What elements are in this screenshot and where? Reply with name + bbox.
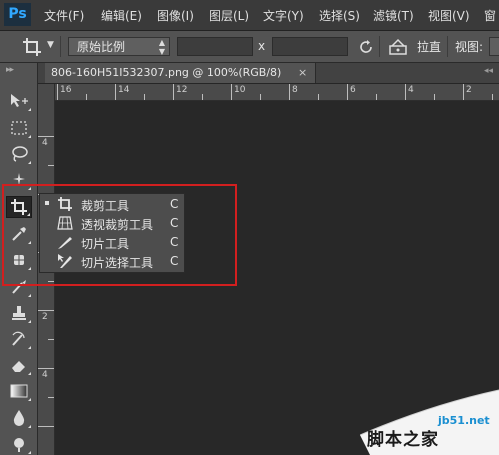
menu-file[interactable]: 文件(F): [44, 7, 84, 24]
menu-bar: Ps 文件(F) 编辑(E) 图像(I) 图层(L) 文字(Y) 选择(S) 滤…: [0, 0, 499, 31]
crop-tool-preset-icon[interactable]: [22, 37, 42, 57]
clone-stamp-tool-icon[interactable]: [6, 302, 32, 324]
crop-ratio-select[interactable]: 原始比例 ▲ ▼: [68, 37, 170, 56]
select-spinner-icon: ▲ ▼: [158, 38, 165, 56]
menu-window[interactable]: 窗: [484, 7, 496, 24]
ruler-label: 4: [42, 138, 48, 148]
marquee-tool-icon[interactable]: [6, 117, 32, 139]
straighten-icon[interactable]: [387, 37, 409, 57]
menu-edit[interactable]: 编辑(E): [101, 7, 142, 24]
ruler-label: 10: [234, 85, 246, 95]
document-tab-bar: 806-160H51I532307.png @ 100%(RGB/8) × ◂◂: [38, 63, 499, 83]
eraser-tool-icon[interactable]: [6, 354, 32, 376]
ruler-label: 2: [42, 312, 48, 322]
menu-select[interactable]: 选择(S): [319, 7, 360, 24]
ruler-label: 6: [350, 85, 356, 95]
close-tab-icon[interactable]: ×: [298, 66, 307, 79]
gradient-tool-icon[interactable]: [6, 380, 32, 402]
panel-collapse-arrows-icon[interactable]: ◂◂: [484, 66, 493, 76]
watermark-brand: 脚本之家: [367, 430, 439, 450]
menu-image[interactable]: 图像(I): [157, 7, 194, 24]
swap-dimensions-icon[interactable]: [358, 39, 374, 55]
options-bar: ▼ 原始比例 ▲ ▼ x 拉直 视图:: [0, 31, 499, 63]
panel-collapse-icon[interactable]: ▸▸: [6, 65, 14, 75]
crop-width-field[interactable]: [177, 37, 253, 56]
dodge-tool-icon[interactable]: [6, 433, 32, 455]
annotation-highlight-box: [2, 184, 237, 286]
ruler-label: 2: [466, 85, 472, 95]
lasso-tool-icon[interactable]: [6, 143, 32, 165]
menu-view[interactable]: 视图(V): [428, 7, 470, 24]
document-tab-title: 806-160H51I532307.png @ 100%(RGB/8): [51, 66, 282, 79]
preset-dropdown-arrow-icon[interactable]: ▼: [47, 40, 54, 50]
horizontal-ruler[interactable]: 16 14 12 10 8 6 4 2: [55, 84, 499, 101]
ruler-label: 4: [408, 85, 414, 95]
options-separator: [60, 36, 61, 57]
ruler-label: 14: [118, 85, 130, 95]
watermark-url: jb51.net: [438, 414, 490, 427]
ruler-label: 16: [60, 85, 72, 95]
dimension-separator: x: [258, 39, 266, 53]
ruler-label: 8: [292, 85, 298, 95]
menu-filter[interactable]: 滤镜(T): [373, 7, 414, 24]
options-separator: [447, 36, 448, 57]
document-tab[interactable]: 806-160H51I532307.png @ 100%(RGB/8) ×: [45, 63, 316, 83]
history-brush-tool-icon[interactable]: [6, 328, 32, 350]
blur-tool-icon[interactable]: [6, 407, 32, 429]
crop-ratio-value: 原始比例: [77, 40, 126, 54]
straighten-label[interactable]: 拉直: [417, 38, 441, 55]
crop-height-field[interactable]: [272, 37, 348, 56]
ruler-label: 4: [42, 370, 48, 380]
move-tool-icon[interactable]: [6, 90, 32, 112]
menu-layer[interactable]: 图层(L): [209, 7, 249, 24]
ruler-label: 12: [176, 85, 188, 95]
view-label: 视图:: [455, 40, 484, 54]
photoshop-logo: Ps: [4, 3, 31, 26]
menu-type[interactable]: 文字(Y): [263, 7, 304, 24]
options-separator: [379, 36, 380, 57]
view-overlay-select[interactable]: [489, 37, 499, 56]
